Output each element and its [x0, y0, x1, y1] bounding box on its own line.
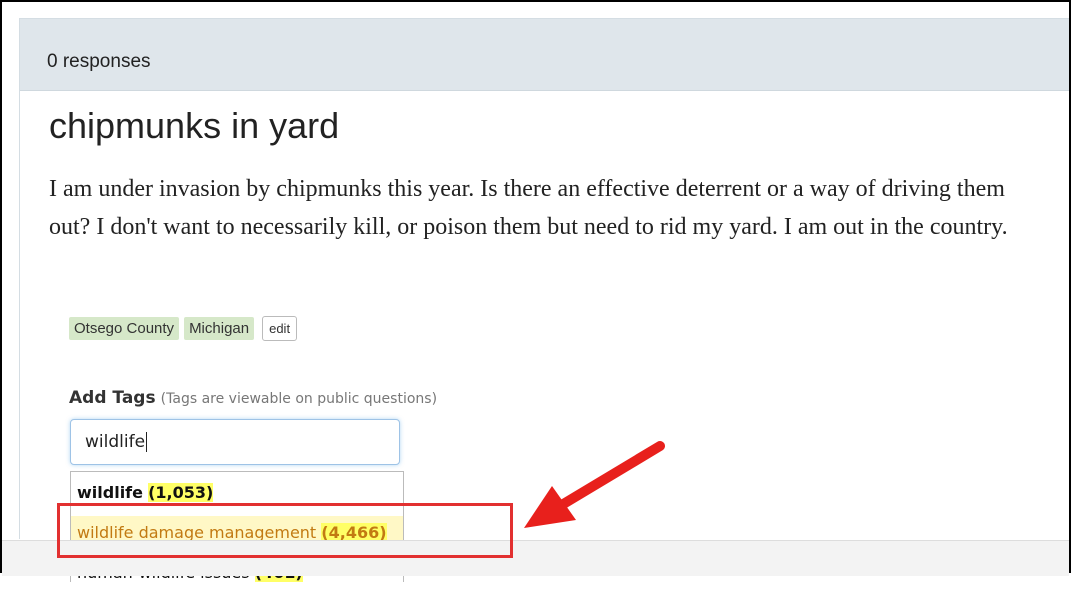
annotation-arrow-icon [524, 441, 665, 528]
